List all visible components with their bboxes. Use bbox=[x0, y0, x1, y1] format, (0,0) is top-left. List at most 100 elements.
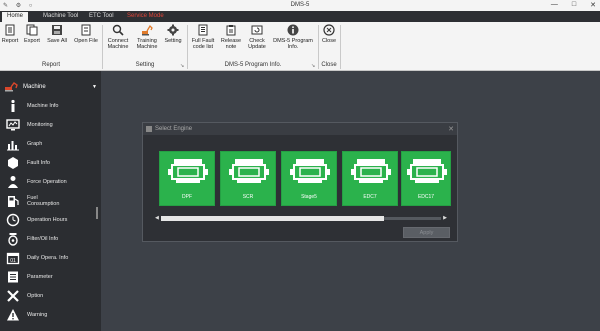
clock-icon bbox=[6, 213, 20, 227]
scroll-right-icon[interactable]: ▶ bbox=[443, 215, 447, 221]
oil-filter-icon bbox=[8, 233, 18, 246]
engine-list-scrollbar[interactable]: ◀ ▶ bbox=[155, 215, 447, 221]
full-fault-code-list-button[interactable]: Full Fault code list bbox=[189, 24, 217, 60]
engine-card-dpf[interactable]: DPF bbox=[159, 151, 215, 206]
info-icon bbox=[287, 24, 299, 36]
ribbon-separator bbox=[102, 25, 103, 69]
export-icon bbox=[26, 24, 38, 36]
full-fault-code-list-label: Full Fault code list bbox=[191, 38, 215, 50]
sidebar-item-operation-hours[interactable]: Operation Hours bbox=[6, 212, 96, 228]
group-launcher-icon[interactable]: ↘ bbox=[180, 63, 184, 69]
bar-chart-icon bbox=[7, 141, 19, 151]
sidebar-item-fuel-consumption[interactable]: Fuel Consumption bbox=[6, 193, 96, 209]
engine-label: Stage5 bbox=[301, 194, 317, 200]
sidebar-item-filter-oil-info[interactable]: Filter/Oil Info bbox=[6, 231, 96, 247]
engine-card-scr[interactable]: SCR bbox=[220, 151, 276, 206]
minimize-button[interactable]: — bbox=[551, 1, 558, 9]
group-label-report: Report bbox=[41, 62, 60, 68]
engine-card-stage5[interactable]: Stage5 bbox=[281, 151, 337, 206]
engine-icon bbox=[290, 159, 330, 183]
person-icon bbox=[8, 176, 18, 188]
info-icon bbox=[11, 99, 15, 112]
window-title: DMS-5 bbox=[290, 2, 310, 8]
excavator-icon bbox=[5, 82, 18, 92]
engine-icon bbox=[351, 159, 391, 183]
sidebar-header-machine[interactable]: Machine ▼ bbox=[4, 81, 97, 93]
list-icon bbox=[8, 271, 18, 283]
ribbon: Report Export Save All Open File Report … bbox=[0, 22, 600, 71]
clipboard-icon bbox=[226, 25, 236, 36]
dialog-title: Select Engine bbox=[155, 126, 193, 132]
tab-home[interactable]: Home bbox=[2, 12, 29, 22]
apply-button[interactable]: Apply bbox=[403, 227, 450, 238]
training-machine-button[interactable]: Training Machine bbox=[134, 24, 160, 60]
scrollbar-thumb[interactable] bbox=[161, 216, 384, 221]
ribbon-tabs: Home Machine Tool ETC Tool Service Mode bbox=[0, 11, 600, 22]
sidebar-item-parameter[interactable]: Parameter bbox=[6, 269, 96, 285]
svg-text:01: 01 bbox=[10, 258, 16, 264]
sidebar-item-fault-info[interactable]: Fault Info bbox=[6, 155, 96, 171]
sidebar-item-monitoring[interactable]: Monitoring bbox=[6, 117, 96, 133]
group-label-program-info: DMS-5 Program Info. bbox=[224, 62, 282, 68]
monitor-icon bbox=[6, 119, 20, 131]
open-file-icon bbox=[81, 24, 91, 36]
engine-card-edc7[interactable]: EDC7 bbox=[342, 151, 398, 206]
save-all-button-label: Save All bbox=[47, 38, 67, 44]
engine-icon bbox=[407, 159, 447, 183]
report-button-label: Report bbox=[1, 38, 19, 44]
sidebar: Machine ▼ Machine Info Monitoring Graph … bbox=[0, 71, 101, 331]
export-button[interactable]: Export bbox=[22, 24, 42, 60]
check-update-button[interactable]: Check Update bbox=[245, 24, 269, 60]
setting-button[interactable]: Setting bbox=[162, 24, 184, 60]
check-update-label: Check Update bbox=[248, 38, 266, 50]
maximize-button[interactable]: □ bbox=[572, 1, 576, 9]
engine-icon bbox=[229, 159, 269, 183]
chevron-down-icon: ▼ bbox=[92, 84, 97, 90]
document-icon bbox=[198, 24, 208, 36]
tab-etc-tool[interactable]: ETC Tool bbox=[84, 12, 119, 22]
dialog-app-icon bbox=[146, 126, 152, 132]
search-icon bbox=[112, 24, 124, 36]
warning-icon bbox=[7, 309, 19, 321]
report-button[interactable]: Report bbox=[0, 24, 20, 60]
release-note-label: Release note bbox=[220, 38, 242, 50]
engine-label: SCR bbox=[242, 194, 254, 200]
engine-card-edc17[interactable]: EDC17 bbox=[401, 151, 451, 206]
engine-icon bbox=[8, 157, 18, 169]
sidebar-item-graph[interactable]: Graph bbox=[6, 136, 96, 152]
program-info-button[interactable]: DMS-5 Program Info. bbox=[271, 24, 315, 60]
connect-machine-label: Connect Machine bbox=[107, 38, 129, 50]
connect-machine-button[interactable]: Connect Machine bbox=[104, 24, 132, 60]
setting-button-label: Setting bbox=[164, 38, 182, 44]
scroll-left-icon[interactable]: ◀ bbox=[155, 215, 159, 221]
close-window-button[interactable]: ✕ bbox=[590, 1, 596, 9]
sidebar-item-option[interactable]: Option bbox=[6, 288, 96, 304]
sidebar-header-label: Machine bbox=[23, 84, 46, 90]
open-file-button[interactable]: Open File bbox=[72, 24, 100, 60]
group-label-setting: Setting bbox=[135, 62, 155, 68]
save-all-button[interactable]: Save All bbox=[44, 24, 70, 60]
dialog-title-bar: Select Engine ✕ bbox=[143, 123, 457, 135]
engine-label: EDC17 bbox=[417, 194, 435, 200]
report-icon bbox=[5, 24, 15, 36]
sidebar-item-machine-info[interactable]: Machine Info bbox=[6, 98, 96, 114]
sidebar-scrollbar[interactable] bbox=[96, 207, 98, 219]
tab-service-mode[interactable]: Service Mode bbox=[122, 12, 169, 22]
tab-machine-tool[interactable]: Machine Tool bbox=[38, 12, 83, 22]
close-icon[interactable]: ✕ bbox=[448, 125, 454, 133]
sidebar-item-daily-opera-info[interactable]: 01 Daily Opera. Info bbox=[6, 250, 96, 266]
ribbon-separator bbox=[318, 25, 319, 69]
release-note-button[interactable]: Release note bbox=[219, 24, 243, 60]
sidebar-item-force-operation[interactable]: Force Operation bbox=[6, 174, 96, 190]
engine-icon bbox=[168, 159, 208, 183]
save-all-icon bbox=[52, 25, 62, 35]
group-launcher-icon[interactable]: ↘ bbox=[311, 63, 315, 69]
window-controls: — □ ✕ bbox=[551, 1, 596, 9]
select-engine-dialog: Select Engine ✕ DPF SCR Stage5 EDC7 EDC1… bbox=[142, 122, 458, 242]
wrench-icon bbox=[7, 290, 19, 302]
sidebar-item-warning[interactable]: Warning bbox=[6, 307, 96, 323]
excavator-icon bbox=[142, 24, 153, 36]
close-circle-icon bbox=[323, 24, 335, 36]
close-button[interactable]: Close bbox=[320, 24, 338, 60]
fuel-icon bbox=[8, 196, 19, 207]
